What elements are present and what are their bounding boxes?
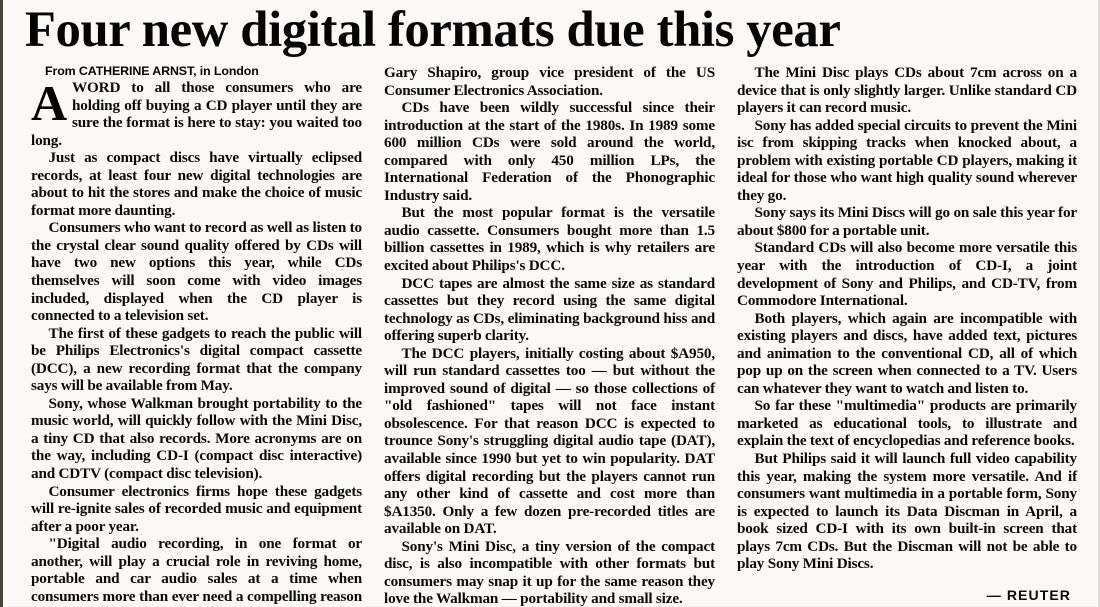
drop-cap: A: [31, 75, 67, 131]
paragraph: Both players, which again are incompatib…: [737, 309, 1077, 397]
paragraph-text: WORD to all those consumers who are hold…: [31, 79, 362, 149]
paragraph: Consumer electronics firms hope these ga…: [31, 482, 362, 535]
paragraph: DCC tapes are almost the same size as st…: [384, 274, 715, 345]
article-column-3: The Mini Disc plays CDs about 7cm across…: [737, 64, 1077, 607]
paragraph: Sony has added special circuits to preve…: [737, 116, 1077, 204]
paragraph: But Philips said it will launch full vid…: [737, 450, 1077, 573]
paragraph: Sony says its Mini Discs will go on sale…: [737, 204, 1077, 239]
paragraph: The first of these gadgets to reach the …: [31, 324, 362, 395]
paragraph: Sony, whose Walkman brought portability …: [31, 394, 362, 483]
paragraph: "Digital audio recording, in one format …: [31, 535, 362, 607]
article-column-2: Gary Shapiro, group vice president of th…: [384, 64, 715, 607]
byline: From CATHERINE ARNST, in London: [45, 64, 259, 78]
paragraph: But the most popular format is the versa…: [384, 204, 715, 275]
paragraph: So far these "multimedia" products are p…: [737, 397, 1077, 450]
paragraph: Consumers who want to record as well as …: [31, 219, 362, 325]
page-title: Four new digital formats due this year: [24, 2, 841, 58]
paragraph: Standard CDs will also become more versa…: [737, 239, 1077, 310]
paragraph: Just as compact discs have virtually ecl…: [31, 149, 362, 219]
paragraph: A WORD to all those consumers who are hol…: [31, 75, 362, 149]
paragraph: Sony's Mini Disc, a tiny version of the …: [384, 537, 715, 607]
news-agency-credit: — REUTER: [986, 586, 1071, 603]
newspaper-clipping: Four new digital formats due this year F…: [0, 0, 1100, 607]
paragraph: CDs have been wildly successful since th…: [384, 99, 715, 204]
article-columns: From CATHERINE ARNST, in London A WORD to…: [3, 64, 1098, 607]
paragraph: The DCC players, initially costing about…: [384, 344, 715, 538]
article-column-1: From CATHERINE ARNST, in London A WORD to…: [31, 64, 362, 607]
paragraph: The Mini Disc plays CDs about 7cm across…: [737, 64, 1077, 117]
paragraph: Gary Shapiro, group vice president of th…: [384, 64, 715, 99]
